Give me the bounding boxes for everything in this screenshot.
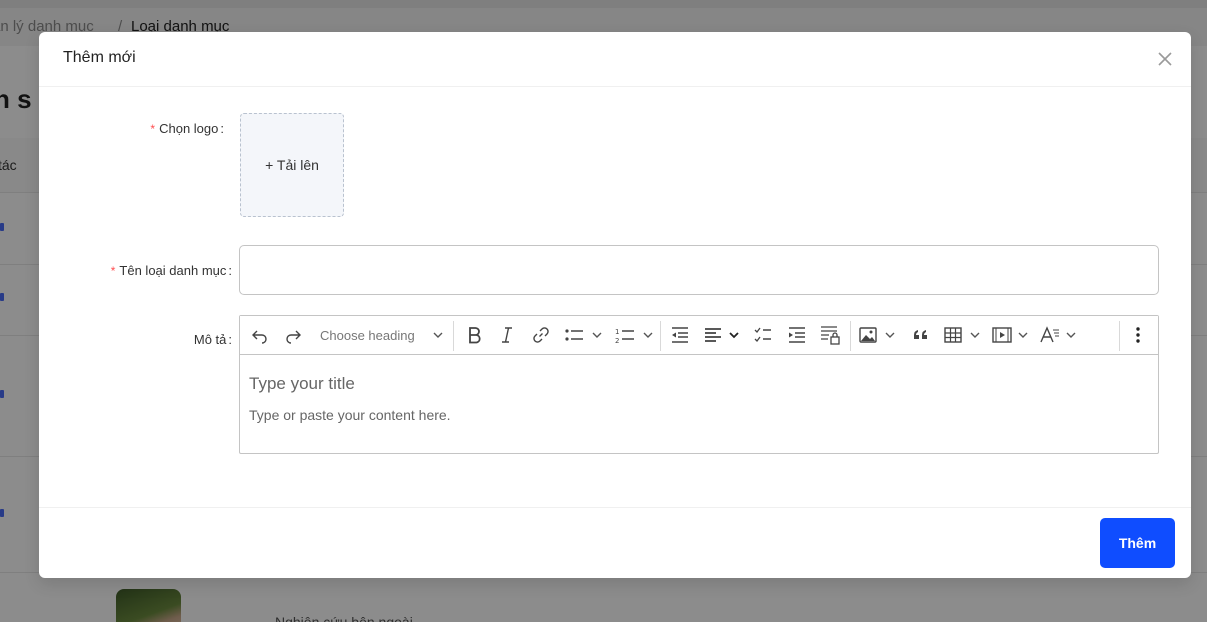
blockquote-icon[interactable] [909, 323, 933, 347]
outdent-icon[interactable] [668, 323, 692, 347]
modal-footer [39, 507, 1191, 578]
media-embed-icon[interactable] [991, 323, 1031, 347]
required-mark: * [110, 264, 116, 278]
heading-dropdown-label: Choose heading [320, 327, 415, 343]
table-icon[interactable] [943, 323, 983, 347]
rich-text-editor: Choose heading 12 Type your title Type o… [239, 315, 1159, 454]
logo-label: * Chọn logo: [150, 121, 224, 136]
upload-label: + Tải lên [265, 157, 319, 173]
category-name-input[interactable] [239, 245, 1159, 295]
heading-dropdown[interactable]: Choose heading [320, 323, 444, 347]
font-style-icon[interactable] [1039, 323, 1079, 347]
modal-header: Thêm mới [39, 32, 1191, 87]
redo-icon[interactable] [281, 323, 305, 347]
submit-button[interactable]: Thêm [1100, 518, 1175, 568]
label-colon: : [220, 121, 224, 136]
toolbar-separator [850, 321, 851, 351]
toolbar-separator [453, 321, 454, 351]
bold-icon[interactable] [462, 323, 486, 347]
chevron-down-icon [433, 332, 443, 338]
numbered-list-icon[interactable]: 12 [614, 323, 654, 347]
editor-title-placeholder[interactable]: Type your title [249, 374, 355, 394]
align-left-icon[interactable] [703, 323, 743, 347]
svg-text:2: 2 [615, 337, 619, 345]
editor-body-placeholder[interactable]: Type or paste your content here. [249, 407, 451, 423]
undo-icon[interactable] [248, 323, 272, 347]
todo-list-icon[interactable] [751, 323, 775, 347]
toolbar-separator [1119, 321, 1120, 351]
close-icon[interactable] [1153, 47, 1177, 71]
label-colon: : [228, 263, 232, 278]
restricted-editing-icon[interactable] [818, 323, 842, 347]
required-mark: * [150, 122, 156, 136]
more-icon[interactable] [1128, 323, 1148, 347]
indent-icon[interactable] [785, 323, 809, 347]
description-label: Mô tả: [194, 332, 232, 347]
add-category-modal: Thêm mới * Chọn logo: + Tải lên * Tên loại… [39, 32, 1191, 578]
editor-toolbar: Choose heading 12 [240, 316, 1158, 355]
category-name-label: * Tên loại danh mục: [111, 263, 232, 278]
description-label-text: Mô tả [193, 332, 227, 347]
image-icon[interactable] [858, 323, 898, 347]
bulleted-list-icon[interactable] [563, 323, 603, 347]
modal-title: Thêm mới [63, 49, 136, 66]
upload-logo-button[interactable]: + Tải lên [240, 113, 344, 217]
italic-icon[interactable] [495, 323, 519, 347]
logo-label-text: Chọn logo [159, 121, 219, 136]
label-colon: : [228, 332, 232, 347]
svg-text:1: 1 [615, 328, 619, 336]
toolbar-separator [660, 321, 661, 351]
link-icon[interactable] [529, 323, 553, 347]
category-name-label-text: Tên loại danh mục [119, 263, 227, 278]
